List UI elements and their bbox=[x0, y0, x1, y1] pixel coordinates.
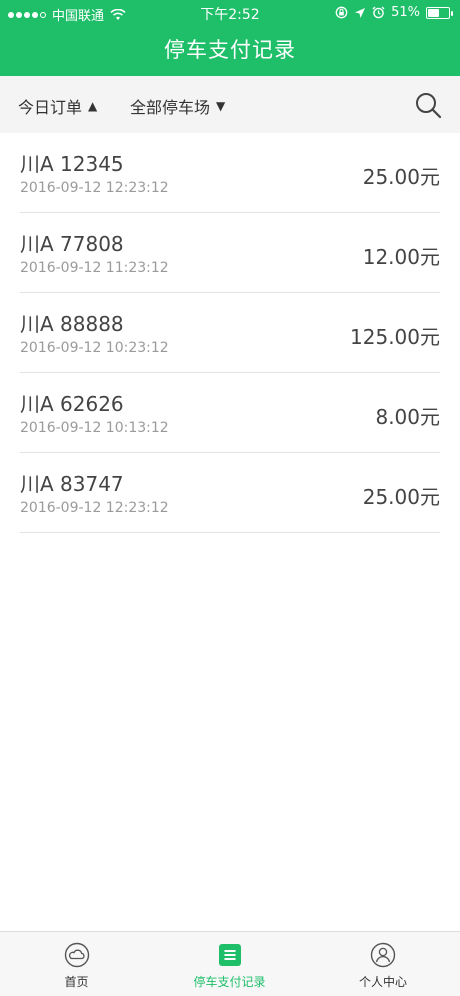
record-time: 2016-09-12 12:23:12 bbox=[20, 180, 169, 196]
plate-number: 川A 88888 bbox=[20, 312, 124, 336]
plate-number: 川A 83747 bbox=[20, 472, 124, 496]
alarm-icon bbox=[372, 6, 385, 19]
tab-records-label: 停车支付记录 bbox=[193, 975, 266, 989]
record-list: 川A 12345 2016-09-12 12:23:12 25.00元 川A 7… bbox=[20, 133, 440, 533]
record-amount: 25.00元 bbox=[362, 165, 440, 189]
page-title: 停车支付记录 bbox=[164, 38, 296, 62]
record-amount: 25.00元 bbox=[362, 485, 440, 509]
plate-number: 川A 62626 bbox=[20, 392, 124, 416]
record-time: 2016-09-12 10:13:12 bbox=[20, 420, 169, 436]
record-row[interactable]: 川A 77808 2016-09-12 11:23:12 12.00元 bbox=[20, 213, 440, 293]
record-amount: 8.00元 bbox=[375, 405, 440, 429]
rotation-lock-icon bbox=[335, 6, 348, 19]
lot-filter-dropdown[interactable]: 全部停车场 ▼ bbox=[130, 94, 225, 118]
tab-bar: 首页 停车支付记录 个人中心 bbox=[0, 931, 460, 996]
tab-records[interactable]: 停车支付记录 bbox=[153, 932, 306, 996]
date-filter-label: 今日订单 bbox=[18, 98, 83, 117]
status-bar: 中国联通 下午2:52 51% bbox=[0, 0, 460, 26]
battery-level bbox=[428, 8, 440, 17]
location-arrow-icon bbox=[355, 7, 366, 18]
cloud-home-icon bbox=[64, 942, 89, 968]
record-time: 2016-09-12 11:23:12 bbox=[20, 260, 169, 276]
list-icon bbox=[218, 944, 241, 966]
lot-filter-label: 全部停车场 bbox=[130, 98, 211, 117]
tab-profile[interactable]: 个人中心 bbox=[306, 932, 460, 996]
record-amount: 125.00元 bbox=[350, 325, 440, 349]
record-amount: 12.00元 bbox=[362, 245, 440, 269]
record-row[interactable]: 川A 88888 2016-09-12 10:23:12 125.00元 bbox=[20, 293, 440, 373]
tab-home[interactable]: 首页 bbox=[0, 932, 153, 996]
filter-bar: 今日订单 ▲ 全部停车场 ▼ bbox=[0, 76, 460, 133]
status-right: 51% bbox=[335, 5, 453, 20]
battery-percent: 51% bbox=[391, 5, 420, 20]
record-row[interactable]: 川A 83747 2016-09-12 12:23:12 25.00元 bbox=[20, 453, 440, 533]
record-row[interactable]: 川A 62626 2016-09-12 10:13:12 8.00元 bbox=[20, 373, 440, 453]
user-icon bbox=[370, 942, 396, 968]
plate-number: 川A 77808 bbox=[20, 232, 124, 256]
battery-icon bbox=[426, 6, 453, 19]
search-icon[interactable] bbox=[414, 91, 442, 119]
triangle-down-icon: ▼ bbox=[216, 99, 226, 113]
triangle-up-icon: ▲ bbox=[88, 99, 98, 113]
tab-profile-label: 个人中心 bbox=[358, 975, 407, 989]
header-bar: 中国联通 下午2:52 51% 停车支付记录 bbox=[0, 0, 460, 76]
record-time: 2016-09-12 10:23:12 bbox=[20, 340, 169, 356]
tab-home-label: 首页 bbox=[64, 975, 89, 989]
record-time: 2016-09-12 12:23:12 bbox=[20, 500, 169, 516]
date-filter-dropdown[interactable]: 今日订单 ▲ bbox=[18, 94, 97, 118]
plate-number: 川A 12345 bbox=[20, 152, 124, 176]
record-row[interactable]: 川A 12345 2016-09-12 12:23:12 25.00元 bbox=[20, 133, 440, 213]
